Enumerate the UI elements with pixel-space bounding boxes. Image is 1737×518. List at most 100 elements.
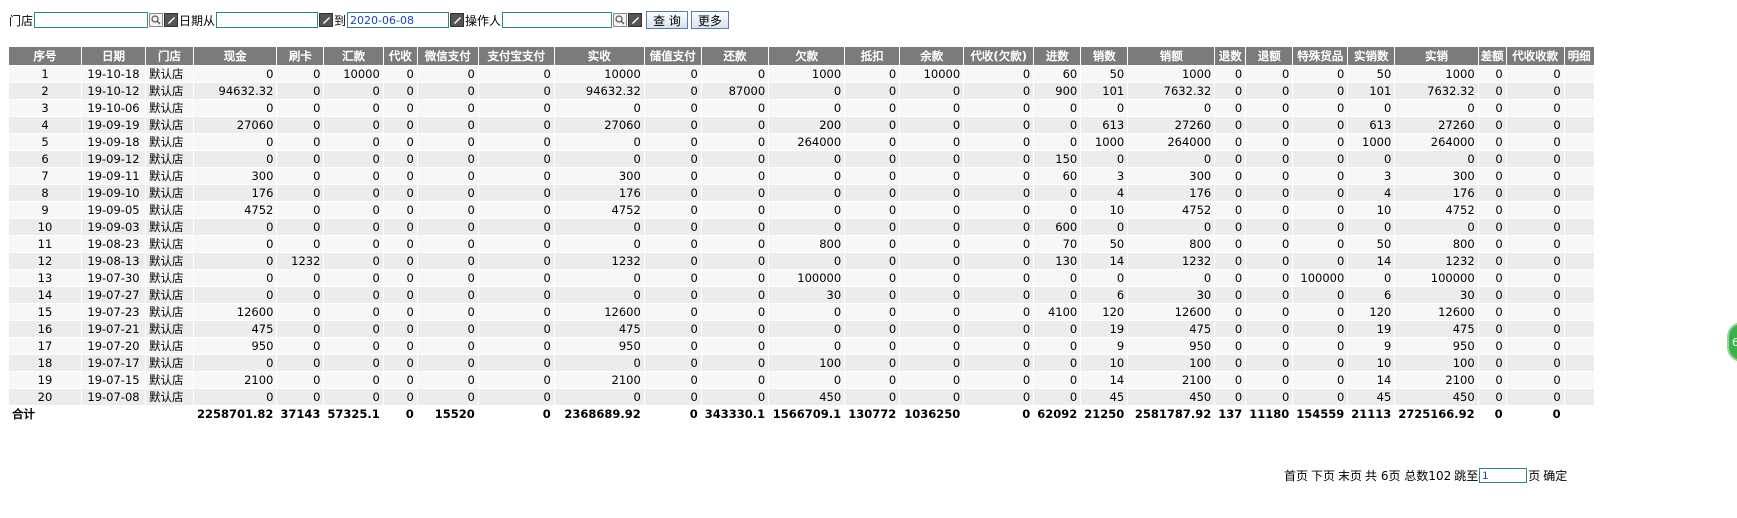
table-cell: 0 [323, 150, 384, 168]
table-cell: 12600 [1127, 303, 1216, 321]
table-cell: 1000 [1347, 133, 1396, 151]
table-row[interactable]: 7 19-09-11 默认店 300 0 0 0 0 0 300 0 0 0 0 0 0 60 3 300 0 0 0 3 3… [8, 167, 1595, 185]
next-page-link[interactable]: 下页 [1311, 467, 1335, 484]
table-cell: 0 [1214, 65, 1247, 83]
table-cell: 0 [768, 99, 846, 117]
floating-badge[interactable]: 6 [1727, 322, 1737, 362]
table-cell: 0 [643, 218, 702, 236]
table-cell: 4752 [192, 201, 278, 219]
table-cell: 0 [323, 82, 384, 100]
table-row[interactable]: 13 19-07-30 默认店 0 0 0 0 0 0 0 0 0 100000 0 0 0 0 0 0 0 0 1000… [8, 269, 1595, 287]
report-table: 序号 日期 门店 现金 刷卡 汇款 代收 微信支付 支付宝支付 实收 储值支付 还款 欠款 抵扣 余款 代收(… [8, 46, 1595, 423]
table-row[interactable]: 17 19-07-20 默认店 950 0 0 0 0 0 950 0 0 0 0 0 0 0 9 950 0 0 0 9 9… [8, 337, 1595, 355]
table-cell: 0 [899, 167, 965, 185]
table-cell: 0 [844, 235, 901, 253]
table-cell: 950 [192, 337, 278, 355]
table-row[interactable]: 10 19-09-03 默认店 0 0 0 0 0 0 0 0 0 0 0 0 0 600 0 0 0 0 0 0 0 0 0 [8, 218, 1595, 236]
edit-icon[interactable] [164, 13, 179, 27]
table-cell: 0 [963, 133, 1035, 151]
table-cell: 0 [700, 235, 770, 253]
table-row[interactable]: 14 19-07-27 默认店 0 0 0 0 0 0 0 0 0 30 0 0 0 0 6 30 0 0 0 6 30 0 0 [8, 286, 1595, 304]
table-cell: 94632.32 [192, 82, 278, 100]
page-number-input[interactable] [1479, 468, 1528, 483]
table-cell: 130 [1033, 252, 1082, 270]
table-cell: 4 [8, 116, 82, 134]
table-cell: 10 [1347, 354, 1396, 372]
edit-icon-2[interactable] [628, 13, 643, 27]
table-row[interactable]: 18 19-07-17 默认店 0 0 0 0 0 0 0 0 0 100 0 0 0 0 10 100 0 0 0 10 1… [8, 354, 1595, 372]
table-row[interactable]: 2 19-10-12 默认店 94632.32 0 0 0 0 0 94632.32 0 87000 0… [8, 82, 1595, 100]
table-cell: 0 [1505, 65, 1565, 83]
table-cell: 0 [323, 184, 384, 202]
confirm-page-button[interactable]: 确定 [1543, 467, 1567, 484]
column-header: 退额 [1245, 46, 1294, 66]
table-cell: 0 [844, 269, 901, 287]
table-cell: 264000 [768, 133, 846, 151]
table-cell: 50 [1347, 235, 1396, 253]
table-cell: 19-08-23 [81, 235, 146, 253]
more-button[interactable]: 更多 [690, 11, 729, 29]
table-row[interactable]: 15 19-07-23 默认店 12600 0 0 0 0 0 12600 0 0 0 0 0 0 4100 12… [8, 303, 1595, 321]
table-cell: 0 [1477, 99, 1507, 117]
last-page-link[interactable]: 末页 [1338, 467, 1362, 484]
table-cell: 0 [1033, 116, 1082, 134]
table-cell: 0 [844, 167, 901, 185]
table-row[interactable]: 9 19-09-05 默认店 4752 0 0 0 0 0 4752 0 0 0 0 0 0 0 10 4752 0 0… [8, 201, 1595, 219]
table-cell: 0 [276, 133, 325, 151]
table-row[interactable]: 6 19-09-12 默认店 0 0 0 0 0 0 0 0 0 0 0 0 0 150 0 0 0 0 0 0 0 0 0 [8, 150, 1595, 168]
table-cell: 0 [1214, 388, 1247, 406]
table-cell: 1232 [276, 252, 325, 270]
search-icon[interactable] [149, 13, 164, 27]
table-row[interactable]: 16 19-07-21 默认店 475 0 0 0 0 0 475 0 0 0 0 0 0 0 19 475 0 0 0 1… [8, 320, 1595, 338]
table-cell: 0 [276, 184, 325, 202]
table-cell: 19-09-12 [81, 150, 146, 168]
store-input[interactable] [34, 12, 149, 28]
table-cell: 0 [416, 218, 479, 236]
table-cell: 0 [700, 320, 770, 338]
table-cell: 12600 [1394, 303, 1479, 321]
search-icon-2[interactable] [613, 13, 628, 27]
table-row[interactable]: 11 19-08-23 默认店 0 0 0 0 0 0 0 0 0 800 0 0 0 70 50 800 0 0 0 50… [8, 235, 1595, 253]
operator-input[interactable] [502, 12, 613, 28]
table-cell: 0 [477, 65, 555, 83]
table-row[interactable]: 19 19-07-15 默认店 2100 0 0 0 0 0 2100 0 0 0 0 0 0 0 14 2100 0… [8, 371, 1595, 389]
table-cell: 0 [416, 286, 479, 304]
table-row[interactable]: 5 19-09-18 默认店 0 0 0 0 0 0 0 0 0 264000 0 0 0 0 1000 26400… [8, 133, 1595, 151]
table-cell: 0 [844, 303, 901, 321]
table-cell: 0 [416, 184, 479, 202]
table-cell: 0 [1080, 218, 1129, 236]
table-row[interactable]: 3 19-10-06 默认店 0 0 0 0 0 0 0 0 0 0 0 0 0 0 0 0 0 0 0 0 0 0 0 [8, 99, 1595, 117]
table-cell: 0 [844, 320, 901, 338]
table-cell: 0 [416, 252, 479, 270]
date-from-input[interactable] [216, 12, 319, 28]
table-cell: 5 [8, 133, 82, 151]
table-cell: 18 [8, 354, 82, 372]
calendar-edit-icon-2[interactable] [450, 13, 465, 27]
table-cell: 0 [477, 354, 555, 372]
table-cell: 0 [1214, 337, 1247, 355]
table-row[interactable]: 12 19-08-13 默认店 0 1232 0 0 0 0 1232 0 0 0 0 0 0 130 14 123… [8, 252, 1595, 270]
calendar-edit-icon[interactable] [319, 13, 334, 27]
table-cell: 0 [700, 252, 770, 270]
table-row[interactable]: 1 19-10-18 默认店 0 0 10000 0 0 0 10000 0 0 1000 0 10000 0… [8, 65, 1595, 83]
table-row[interactable]: 4 19-09-19 默认店 27060 0 0 0 0 0 27060 0 0 200 0 0 0 0 613 2… [8, 116, 1595, 134]
table-row[interactable]: 8 19-09-10 默认店 176 0 0 0 0 0 176 0 0 0 0 0 0 0 4 176 0 0 0 4 17… [8, 184, 1595, 202]
query-button[interactable]: 查 询 [646, 11, 688, 29]
table-cell: 0 [192, 99, 278, 117]
column-header: 刷卡 [276, 46, 325, 66]
table-cell: 0 [643, 133, 702, 151]
table-cell: 14 [1347, 252, 1396, 270]
table-cell: 0 [1245, 133, 1294, 151]
table-row[interactable]: 20 19-07-08 默认店 0 0 0 0 0 0 0 0 0 450 0 0 0 0 45 450 0 0 0 45 4… [8, 388, 1595, 406]
table-cell: 0 [416, 388, 479, 406]
first-page-link[interactable]: 首页 [1284, 467, 1308, 484]
date-to-input[interactable] [347, 12, 450, 28]
table-cell: 0 [963, 116, 1035, 134]
table-cell: 0 [416, 303, 479, 321]
table-cell: 8 [8, 184, 82, 202]
table-cell: 101 [1347, 82, 1396, 100]
table-cell: 9 [1080, 337, 1129, 355]
table-cell: 0 [192, 286, 278, 304]
table-cell: 0 [323, 269, 384, 287]
table-cell: 0 [844, 116, 901, 134]
